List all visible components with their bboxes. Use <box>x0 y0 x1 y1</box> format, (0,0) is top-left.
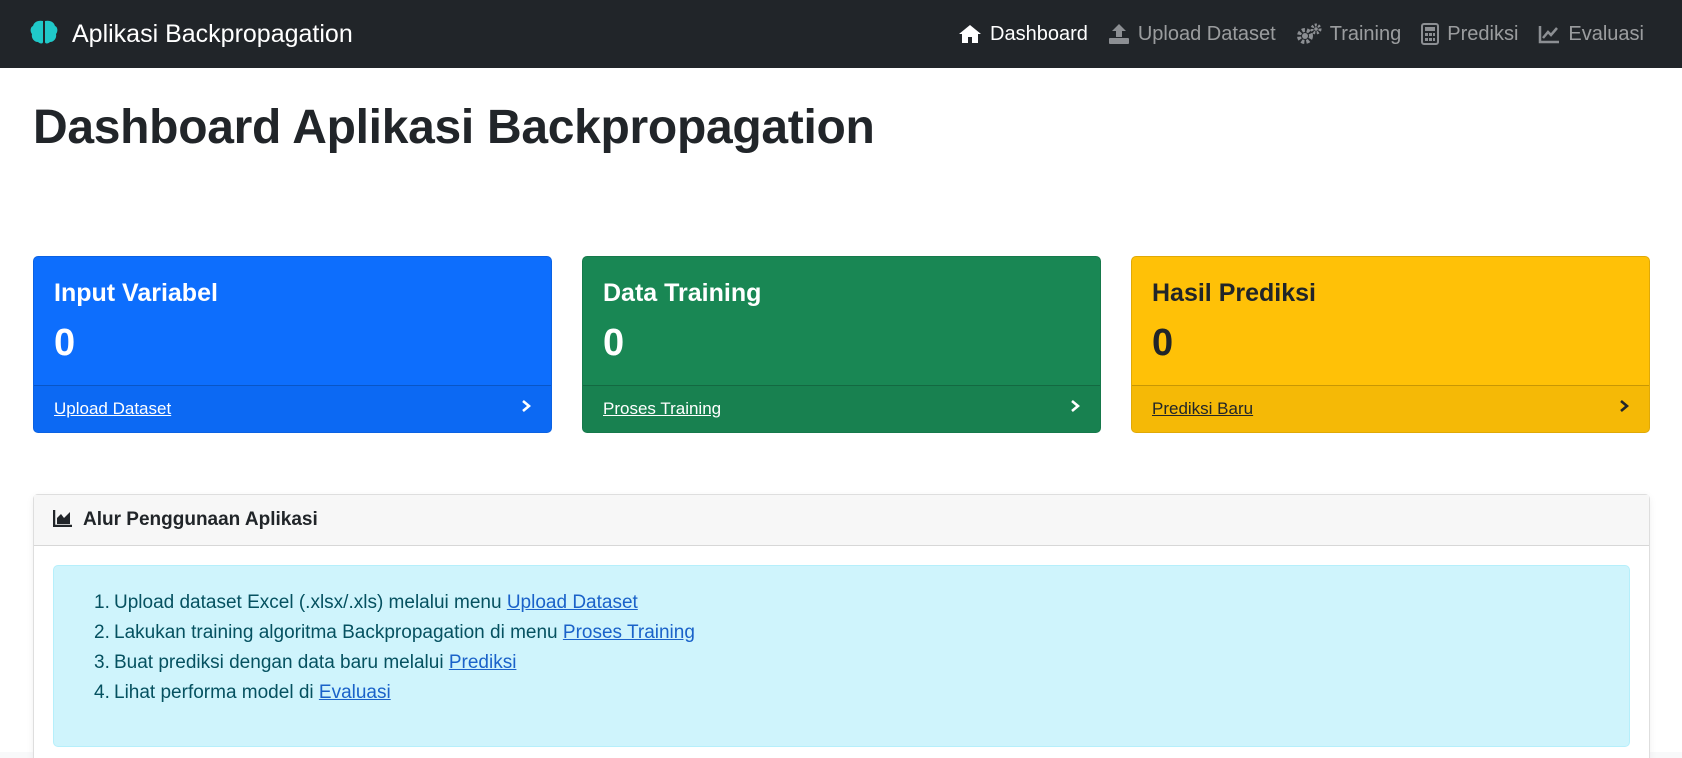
data-training-card: Data Training 0 Proses Training <box>582 256 1101 433</box>
usage-flow-header: Alur Penggunaan Aplikasi <box>34 495 1649 546</box>
upload-dataset-step-link[interactable]: Upload Dataset <box>507 588 638 618</box>
nav-item-label: Training <box>1329 22 1402 45</box>
card-value: 0 <box>54 322 76 364</box>
usage-steps-alert: 1. Upload dataset Excel (.xlsx/.xls) mela… <box>53 565 1630 747</box>
evaluasi-step-link[interactable]: Evaluasi <box>319 678 391 708</box>
input-variabel-card: Input Variabel 0 Upload Dataset <box>33 256 552 433</box>
usage-flow-card: Alur Penggunaan Aplikasi 1. Upload datase… <box>33 494 1650 758</box>
nav-item-evaluasi[interactable]: Evaluasi <box>1538 23 1644 46</box>
page-title: Dashboard Aplikasi Backpropagation <box>33 101 875 154</box>
nav-item-dashboard[interactable]: Dashboard <box>958 23 1088 46</box>
card-footer: Proses Training <box>583 384 1100 432</box>
card-title: Hasil Prediksi <box>1152 279 1316 307</box>
upload-dataset-link[interactable]: Upload Dataset <box>54 399 171 419</box>
prediksi-baru-link[interactable]: Prediksi Baru <box>1152 399 1253 419</box>
line-chart-icon <box>1538 24 1560 44</box>
nav-item-upload-dataset[interactable]: Upload Dataset <box>1108 23 1276 46</box>
list-item: 3. Buat prediksi dengan data baru melalui… <box>94 648 1629 678</box>
nav-menu: Dashboard Upload Dataset Training Predik… <box>958 23 1644 46</box>
card-value: 0 <box>1152 322 1174 364</box>
hasil-prediksi-card: Hasil Prediksi 0 Prediksi Baru <box>1131 256 1650 433</box>
card-title: Input Variabel <box>54 279 218 307</box>
usage-flow-title: Alur Penggunaan Aplikasi <box>83 509 318 530</box>
proses-training-link[interactable]: Proses Training <box>603 399 721 419</box>
brand-link[interactable]: Aplikasi Backpropagation <box>30 19 353 50</box>
brain-icon <box>30 19 58 50</box>
chevron-right-icon[interactable] <box>1619 399 1630 418</box>
gears-icon <box>1296 23 1322 45</box>
home-icon <box>958 24 982 44</box>
brand-name: Aplikasi Backpropagation <box>72 19 353 48</box>
usage-steps-list: 1. Upload dataset Excel (.xlsx/.xls) mela… <box>94 588 1629 708</box>
upload-icon <box>1108 23 1130 45</box>
proses-training-step-link[interactable]: Proses Training <box>563 618 695 648</box>
nav-item-label: Evaluasi <box>1568 22 1644 45</box>
top-navbar: Aplikasi Backpropagation Dashboard Uploa… <box>0 0 1682 68</box>
list-item: 4. Lihat performa model di Evaluasi <box>94 678 1629 708</box>
chevron-right-icon[interactable] <box>521 399 532 418</box>
nav-item-label: Upload Dataset <box>1137 22 1276 45</box>
card-footer: Upload Dataset <box>34 384 551 432</box>
stat-cards: Input Variabel 0 Upload Dataset Data Tra… <box>33 256 1650 433</box>
list-item: 1. Upload dataset Excel (.xlsx/.xls) mela… <box>94 588 1629 618</box>
nav-item-label: Prediksi <box>1447 22 1519 45</box>
nav-item-prediksi[interactable]: Prediksi <box>1421 23 1518 46</box>
area-chart-icon <box>52 509 73 532</box>
list-item: 2. Lakukan training algoritma Backpropaga… <box>94 618 1629 648</box>
card-value: 0 <box>603 322 625 364</box>
card-footer: Prediksi Baru <box>1132 384 1649 432</box>
main-content: Dashboard Aplikasi Backpropagation Input… <box>0 68 1682 758</box>
prediksi-step-link[interactable]: Prediksi <box>449 648 517 678</box>
nav-item-label: Dashboard <box>990 22 1088 45</box>
nav-item-training[interactable]: Training <box>1296 22 1402 46</box>
chevron-right-icon[interactable] <box>1070 399 1081 418</box>
card-title: Data Training <box>603 279 762 307</box>
calculator-icon <box>1421 23 1440 45</box>
